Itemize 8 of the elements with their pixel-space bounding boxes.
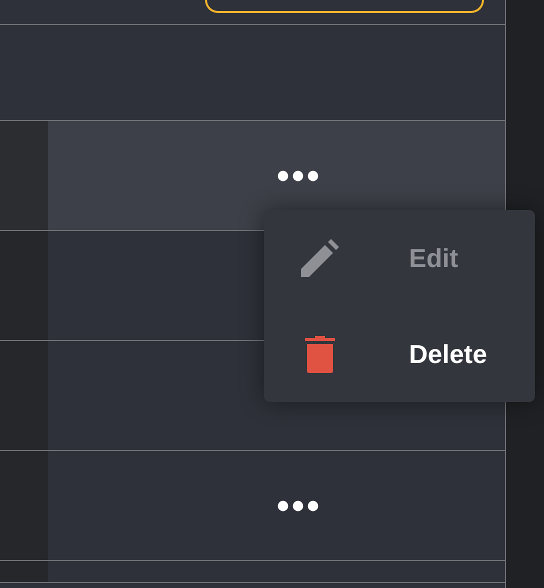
table-row[interactable]: [0, 561, 505, 583]
outlined-button[interactable]: [205, 0, 484, 13]
trash-icon: [305, 336, 335, 372]
pencil-icon: [301, 239, 339, 277]
table-cell: [0, 561, 48, 582]
more-icon[interactable]: [277, 500, 319, 512]
more-icon[interactable]: [277, 170, 319, 182]
menu-item[interactable]: Delete: [264, 306, 535, 402]
